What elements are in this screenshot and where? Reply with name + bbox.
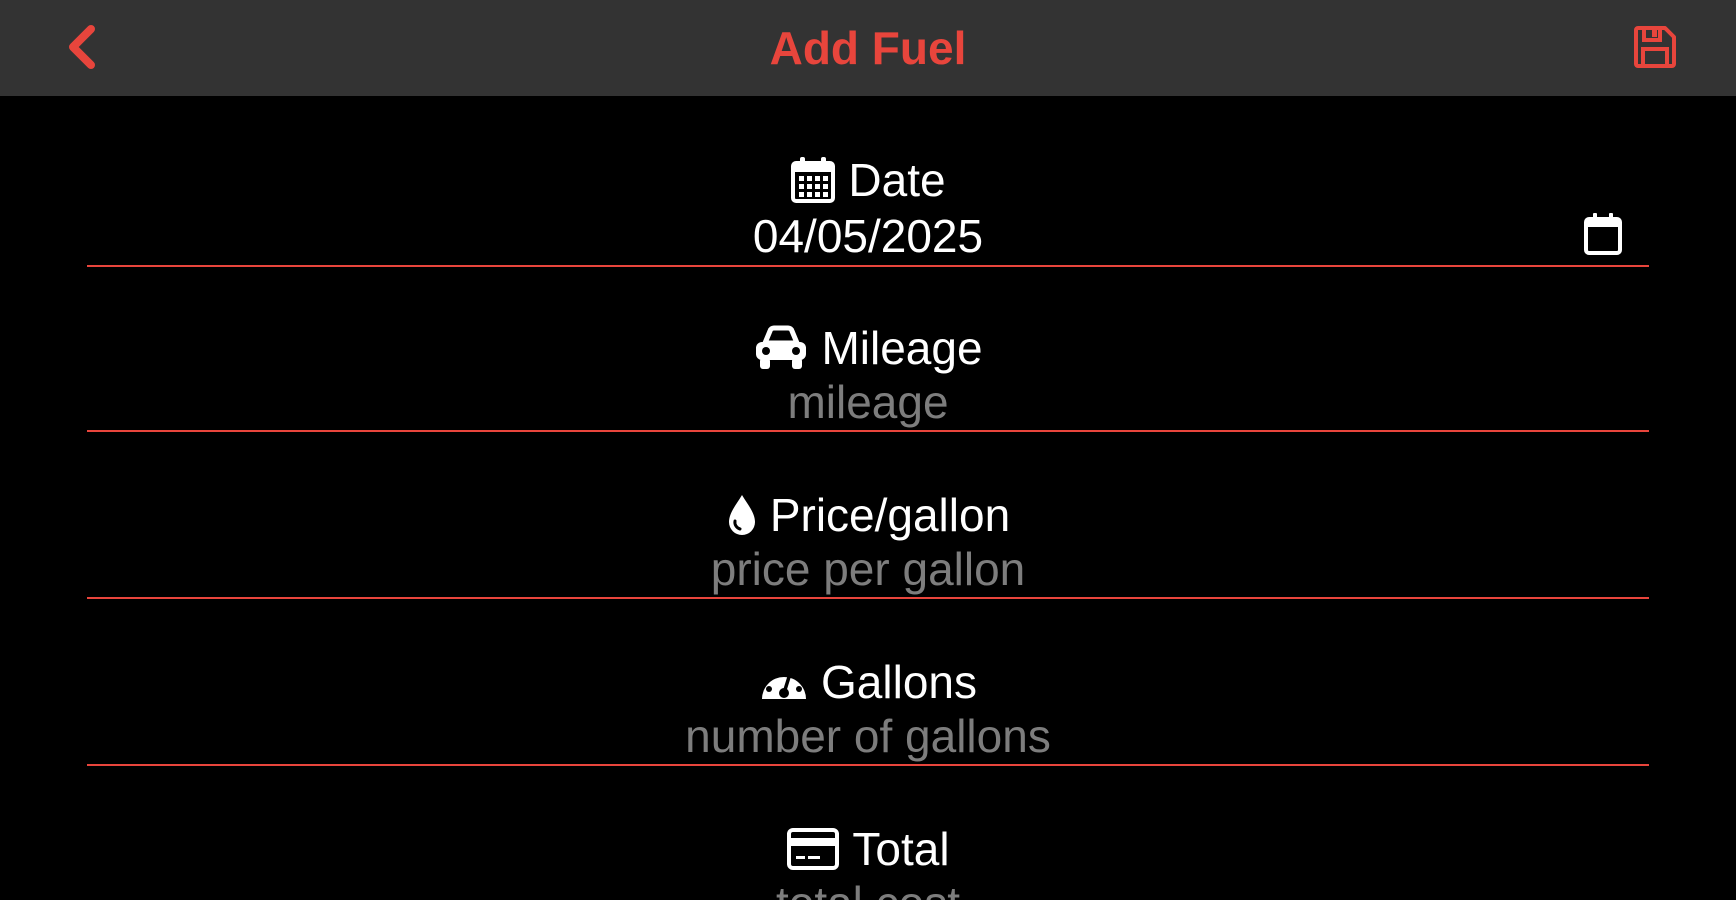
total-field: Total: [87, 823, 1649, 900]
price-label: Price/gallon: [769, 489, 1011, 541]
price-label-row: Price/gallon: [87, 489, 1649, 541]
mileage-label-row: Mileage: [87, 322, 1649, 374]
date-label: Date: [848, 154, 946, 206]
date-input[interactable]: 04/05/2025: [87, 208, 1649, 264]
gallons-input[interactable]: [87, 708, 1649, 766]
date-label-row: Date: [87, 154, 1649, 206]
total-label: Total: [852, 823, 950, 875]
mileage-label: Mileage: [821, 322, 983, 374]
gallons-field: Gallons: [87, 656, 1649, 768]
total-label-row: Total: [87, 823, 1649, 875]
price-per-gallon-input[interactable]: [87, 541, 1649, 599]
page-title: Add Fuel: [769, 22, 967, 74]
gallons-label: Gallons: [821, 656, 977, 708]
gauge-icon: [759, 662, 809, 702]
calendar-icon: [790, 156, 836, 204]
mileage-field: Mileage: [87, 322, 1649, 434]
calendar-picker-icon: [1584, 213, 1622, 255]
top-bar: Add Fuel: [0, 0, 1736, 96]
gallons-label-row: Gallons: [87, 656, 1649, 708]
mileage-input[interactable]: [87, 374, 1649, 432]
credit-card-icon: [786, 827, 840, 871]
price-field: Price/gallon: [87, 489, 1649, 601]
date-underline: [87, 265, 1649, 267]
date-picker-button[interactable]: [1583, 212, 1623, 256]
floppy-disk-icon: [1633, 25, 1677, 69]
save-button[interactable]: [1630, 22, 1680, 72]
droplet-icon: [726, 493, 758, 537]
total-input[interactable]: [87, 875, 1649, 900]
car-icon: [753, 325, 809, 371]
date-field: Date 04/05/2025: [87, 150, 1649, 268]
